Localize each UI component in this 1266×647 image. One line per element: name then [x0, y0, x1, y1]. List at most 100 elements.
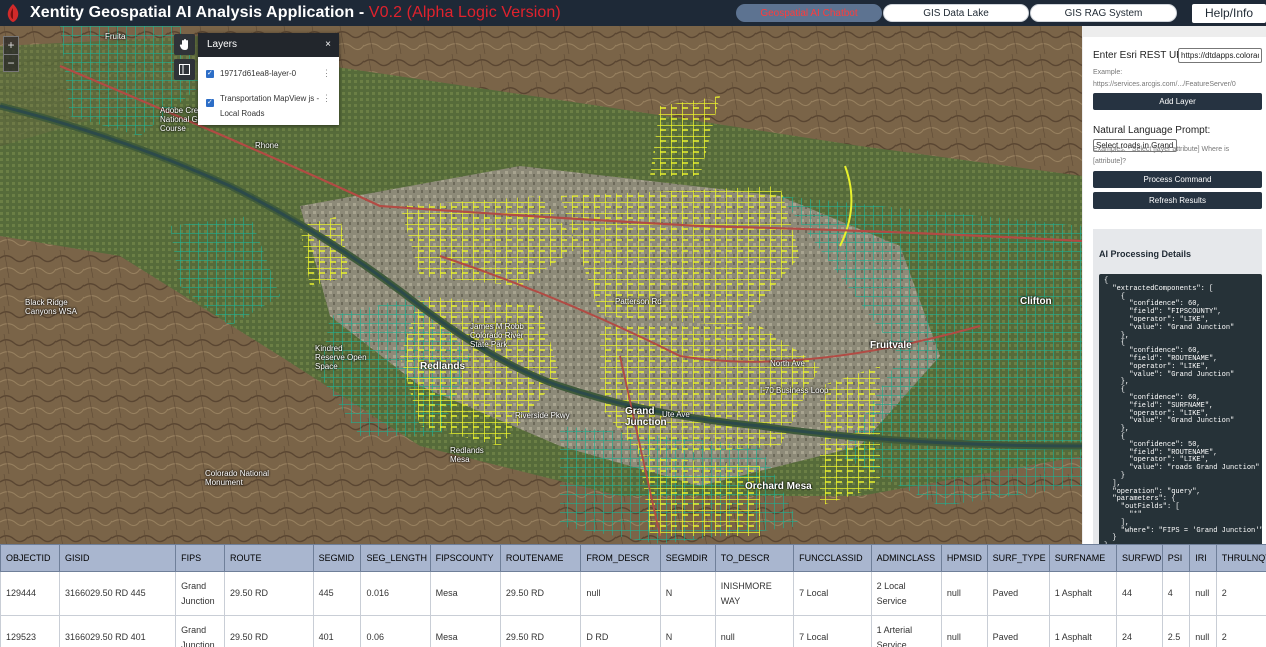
layer-item[interactable]: 19717d61ea8-layer-0 ⋮ [198, 66, 339, 81]
table-cell: null [714, 615, 795, 647]
column-header[interactable]: SURFNAME [1048, 544, 1117, 572]
column-header[interactable]: FUNCCLASSID [793, 544, 872, 572]
table-cell: 3166029.50 RD 401 [59, 615, 177, 647]
nl-prompt-label: Natural Language Prompt: [1093, 125, 1211, 136]
column-header[interactable]: SEG_LENGTH [360, 544, 431, 572]
place-label-fruitvale: Fruitvale [870, 340, 912, 351]
place-label-patterson-rd: Patterson Rd [615, 297, 662, 306]
place-label-fruita: Fruita [105, 32, 126, 41]
column-header[interactable]: SURF_TYPE [986, 544, 1050, 572]
table-cell: 1 Asphalt [1048, 571, 1117, 616]
table-cell: 2 [1215, 615, 1266, 647]
table-row[interactable]: 129444 3166029.50 RD 445 Grand Junction … [0, 571, 1266, 616]
table-header-row: OBJECTID GISID FIPS ROUTE SEGMID SEG_LEN… [0, 544, 1266, 572]
table-cell: 129523 [0, 615, 61, 647]
nav-gis-data-lake[interactable]: GIS Data Lake [883, 4, 1029, 22]
table-cell: INISHMORE WAY [714, 571, 795, 616]
table-cell: null [940, 615, 988, 647]
table-cell: 0.06 [360, 615, 431, 647]
table-cell: N [659, 615, 716, 647]
column-header[interactable]: FIPSCOUNTY [429, 544, 501, 572]
table-cell: 1 Asphalt [1048, 615, 1117, 647]
table-cell: 24 [1115, 615, 1163, 647]
place-label-north-ave: North Ave [770, 359, 805, 368]
column-header[interactable]: ROUTENAME [499, 544, 582, 572]
layer-visibility-checkbox[interactable] [206, 95, 214, 110]
column-header[interactable]: GISID [59, 544, 177, 572]
column-header[interactable]: ADMINCLASS [870, 544, 942, 572]
column-header[interactable]: HPMSID [940, 544, 988, 572]
table-cell: 7 Local [793, 615, 872, 647]
zoom-in-button[interactable]: + [4, 37, 18, 54]
app-header: Xentity Geospatial AI Analysis Applicati… [0, 0, 1266, 26]
column-header[interactable]: THRULNQTY [1215, 544, 1266, 572]
place-label-kindred-reserve: Kindred Reserve Open Space [315, 344, 367, 371]
map-view[interactable]: Rhone Fruita Adobe Creek National Golf C… [0, 26, 1082, 544]
table-cell: 2 [1215, 571, 1266, 616]
column-header[interactable]: TO_DESCR [714, 544, 795, 572]
table-cell: Grand Junction [175, 571, 225, 616]
table-cell: 3166029.50 RD 445 [59, 571, 177, 616]
zoom-out-button[interactable]: − [4, 54, 18, 71]
column-header[interactable]: ROUTE [224, 544, 314, 572]
layer-item-label: Transportation MapView js - Local Roads [220, 94, 320, 118]
table-cell: Grand Junction [175, 615, 225, 647]
panel-icon [179, 64, 190, 75]
place-label-black-ridge: Black Ridge Canyons WSA [25, 298, 78, 316]
column-header[interactable]: SEGMID [312, 544, 362, 572]
table-cell: 0.016 [360, 571, 431, 616]
satellite-basemap [0, 26, 1082, 544]
esri-url-label: Enter Esri REST URL: [1093, 50, 1192, 61]
zoom-control: + − [3, 36, 19, 72]
column-header[interactable]: FROM_DESCR [580, 544, 661, 572]
layers-panel-header: Layers × [198, 33, 339, 57]
table-cell: 29.50 RD [224, 571, 314, 616]
esri-url-input[interactable] [1178, 48, 1262, 63]
table-cell: 1 Arterial Service [870, 615, 942, 647]
column-header[interactable]: PSI [1161, 544, 1191, 572]
app-title: Xentity Geospatial AI Analysis Applicati… [30, 4, 561, 21]
table-cell: 29.50 RD [499, 615, 582, 647]
table-row[interactable]: 129523 3166029.50 RD 401 Grand Junction … [0, 615, 1266, 647]
process-command-button[interactable]: Process Command [1093, 171, 1262, 188]
column-header[interactable]: SURFWD [1115, 544, 1163, 572]
ai-processing-panel: AI Processing Details { "extractedCompon… [1093, 229, 1262, 544]
layer-list-toggle-button[interactable] [174, 59, 195, 80]
place-label-redlands: Redlands [420, 361, 466, 372]
layer-item[interactable]: Transportation MapView js - Local Roads … [198, 91, 339, 121]
table-cell: null [580, 571, 661, 616]
hand-icon [179, 38, 188, 50]
layer-visibility-checkbox[interactable] [206, 66, 214, 81]
table-cell: 2 Local Service [870, 571, 942, 616]
table-cell: 4 [1161, 571, 1191, 616]
column-header[interactable]: SEGMDIR [659, 544, 716, 572]
help-info-button[interactable]: Help/Info [1192, 4, 1266, 23]
nav-geospatial-ai-chatbot[interactable]: Geospatial AI Chatbot [736, 4, 882, 22]
close-icon[interactable]: × [325, 33, 331, 57]
refresh-results-button[interactable]: Refresh Results [1093, 192, 1262, 209]
add-layer-button[interactable]: Add Layer [1093, 93, 1262, 110]
column-header[interactable]: IRI [1189, 544, 1217, 572]
nl-prompt-example: Examples: - Select [layer attribute] Whe… [1093, 146, 1230, 165]
table-cell: 129444 [0, 571, 61, 616]
table-cell: null [1189, 571, 1217, 616]
layers-panel-title: Layers [207, 39, 238, 50]
layers-panel: Layers × 19717d61ea8-layer-0 ⋮ Transport… [198, 33, 339, 125]
more-options-icon[interactable]: ⋮ [322, 66, 331, 81]
more-options-icon[interactable]: ⋮ [322, 91, 331, 106]
control-panel-body: Enter Esri REST URL: Example: https://se… [1083, 37, 1266, 544]
table-cell: Paved [986, 615, 1050, 647]
results-table-container[interactable]: OBJECTID GISID FIPS ROUTE SEGMID SEG_LEN… [0, 544, 1266, 647]
column-header[interactable]: FIPS [175, 544, 225, 572]
column-header[interactable]: OBJECTID [0, 544, 61, 572]
esri-url-example: Example: https://services.arcgis.com/...… [1093, 69, 1236, 88]
table-cell: Mesa [429, 571, 501, 616]
table-cell: D RD [580, 615, 661, 647]
place-label-james-robb: James M Robb Colorado River State Park [470, 322, 524, 349]
ai-processing-json: { "extractedComponents": [ { "confidence… [1099, 274, 1262, 544]
table-cell: N [659, 571, 716, 616]
nav-gis-rag-system[interactable]: GIS RAG System [1030, 4, 1177, 22]
place-label-business-loop: I-70 Business Loop [760, 386, 829, 395]
table-cell: 7 Local [793, 571, 872, 616]
pan-tool-button[interactable] [174, 34, 195, 55]
